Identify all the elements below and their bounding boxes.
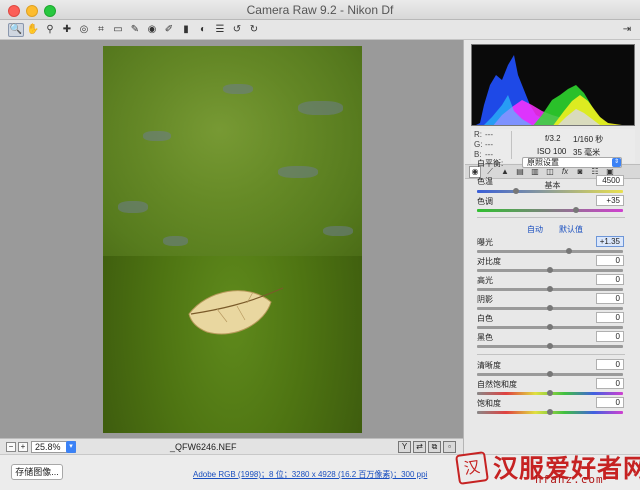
clarity-slider-thumb[interactable] [547, 371, 553, 377]
adjustment-panel: R: --- G: --- B: --- f/3.2 1/160 秒 ISO 100 … [463, 40, 640, 454]
contrast-field[interactable]: 0 [596, 255, 624, 266]
vibrance-field[interactable]: 0 [596, 378, 624, 389]
exposure-label: 曝光 [477, 238, 493, 247]
whites-field[interactable]: 0 [596, 312, 624, 323]
tint-field[interactable]: +35 [596, 195, 624, 206]
saturation-slider[interactable] [477, 409, 623, 415]
auto-link[interactable]: 自动 [527, 224, 543, 235]
before-after-y-button[interactable]: Y [398, 441, 411, 453]
rotate-ccw-icon[interactable]: ↺ [229, 23, 245, 37]
default-link[interactable]: 默认值 [559, 224, 583, 235]
highlights-slider-thumb[interactable] [547, 286, 553, 292]
clarity-label: 清晰度 [477, 361, 501, 370]
image-preview-area[interactable] [0, 40, 463, 438]
window-title: Camera Raw 9.2 - Nikon Df [246, 3, 394, 17]
file-name: _QFW6246.NEF [170, 442, 237, 452]
zoom-out-button[interactable]: − [6, 442, 16, 452]
saturation-label: 饱和度 [477, 399, 501, 408]
zoom-dropdown-button[interactable]: ▾ [66, 441, 76, 453]
aperture-value: f/3.2 [545, 134, 561, 143]
vibrance-slider[interactable] [477, 390, 623, 396]
graduated-filter-icon[interactable]: ▮ [178, 23, 194, 37]
tool-bar: 🔍 ✋ ⚲ ✚ ◎ ⌗ ▭ ✎ ◉ ✐ ▮ ◐ ☰ ↺ ↻ ⇥ [0, 20, 640, 40]
shadows-slider-thumb[interactable] [547, 305, 553, 311]
footer-bar: 存储图像... Adobe RGB (1998)；8 位；3280 x 4928… [0, 451, 640, 490]
blacks-field[interactable]: 0 [596, 331, 624, 342]
crop-icon[interactable]: ⌗ [93, 23, 109, 37]
contrast-slider-thumb[interactable] [547, 267, 553, 273]
shadows-label: 阴影 [477, 295, 493, 304]
shadows-slider[interactable] [477, 305, 623, 311]
exposure-field[interactable]: +1.35 [596, 236, 624, 247]
temperature-field[interactable]: 4500 [596, 175, 624, 186]
histogram [471, 44, 635, 126]
brush-icon[interactable]: ✐ [161, 23, 177, 37]
hand-icon[interactable]: ✋ [25, 23, 41, 37]
whites-slider-thumb[interactable] [547, 324, 553, 330]
blacks-slider[interactable] [477, 343, 623, 349]
target-adjust-icon[interactable]: ◎ [76, 23, 92, 37]
tint-slider-thumb[interactable] [573, 207, 580, 213]
vibrance-label: 自然饱和度 [477, 380, 517, 389]
clarity-slider[interactable] [477, 371, 623, 377]
highlights-slider[interactable] [477, 286, 623, 292]
watermark-url: hfahz.com [535, 473, 604, 486]
redeye-icon[interactable]: ◉ [144, 23, 160, 37]
white-balance-label: 白平衡: [477, 159, 504, 168]
camera-raw-window: Camera Raw 9.2 - Nikon Df 🔍 ✋ ⚲ ✚ ◎ ⌗ ▭ ✎ ◉ ✐ ▮ ◐ ☰ ↺… [0, 0, 640, 490]
clarity-field[interactable]: 0 [596, 359, 624, 370]
rotate-cw-icon[interactable]: ↻ [246, 23, 262, 37]
white-balance-dropdown[interactable]: 原照设置 ⇕ [522, 157, 622, 168]
highlights-label: 高光 [477, 276, 493, 285]
contrast-label: 对比度 [477, 257, 501, 266]
zoom-icon[interactable]: 🔍 [8, 23, 24, 37]
copy-settings-button[interactable]: ⧉ [428, 441, 441, 453]
straighten-icon[interactable]: ▭ [110, 23, 126, 37]
exposure-slider-thumb[interactable] [565, 248, 572, 254]
white-balance-value: 原照设置 [527, 158, 559, 167]
exposure-slider[interactable] [477, 248, 623, 254]
watermark-seal: 汉 [455, 451, 489, 485]
blacks-label: 黑色 [477, 333, 493, 342]
highlights-field[interactable]: 0 [596, 274, 624, 285]
vibrance-slider-thumb[interactable] [547, 390, 553, 396]
shadows-field[interactable]: 0 [596, 293, 624, 304]
white-balance-icon[interactable]: ⚲ [42, 23, 58, 37]
swap-settings-button[interactable]: ⇄ [413, 441, 426, 453]
preview-status-bar: − + 25.8% ▾ _QFW6246.NEF Y ⇄ ⧉ ▫ [0, 438, 463, 454]
tint-slider[interactable] [477, 207, 623, 213]
whites-slider[interactable] [477, 324, 623, 330]
watermark: 汉 汉服爱好者网 hfahz.com [455, 449, 640, 489]
temperature-slider[interactable] [477, 188, 623, 194]
iso-value: ISO 100 [537, 147, 567, 156]
save-image-button[interactable]: 存储图像... [11, 464, 63, 480]
zoom-in-button[interactable]: + [18, 442, 28, 452]
whites-label: 白色 [477, 314, 493, 323]
saturation-field[interactable]: 0 [596, 397, 624, 408]
radial-filter-icon[interactable]: ◐ [195, 23, 211, 37]
shutter-value: 1/160 秒 [573, 135, 604, 144]
temperature-label: 色温 [477, 177, 493, 186]
photo-preview [103, 46, 362, 433]
temperature-slider-thumb[interactable] [513, 188, 520, 194]
chevron-updown-icon: ⇕ [612, 158, 621, 167]
spot-removal-icon[interactable]: ✎ [127, 23, 143, 37]
contrast-slider[interactable] [477, 267, 623, 273]
tint-label: 色调 [477, 197, 493, 206]
saturation-slider-thumb[interactable] [547, 409, 553, 415]
export-icon[interactable]: ⇥ [619, 23, 635, 37]
blacks-slider-thumb[interactable] [547, 343, 553, 349]
color-sampler-icon[interactable]: ✚ [59, 23, 75, 37]
workflow-options-link[interactable]: Adobe RGB (1998)；8 位；3280 x 4928 (16.2 百… [193, 469, 427, 480]
title-bar: Camera Raw 9.2 - Nikon Df [0, 0, 640, 20]
preferences-icon[interactable]: ☰ [212, 23, 228, 37]
leaf-image [188, 287, 284, 335]
